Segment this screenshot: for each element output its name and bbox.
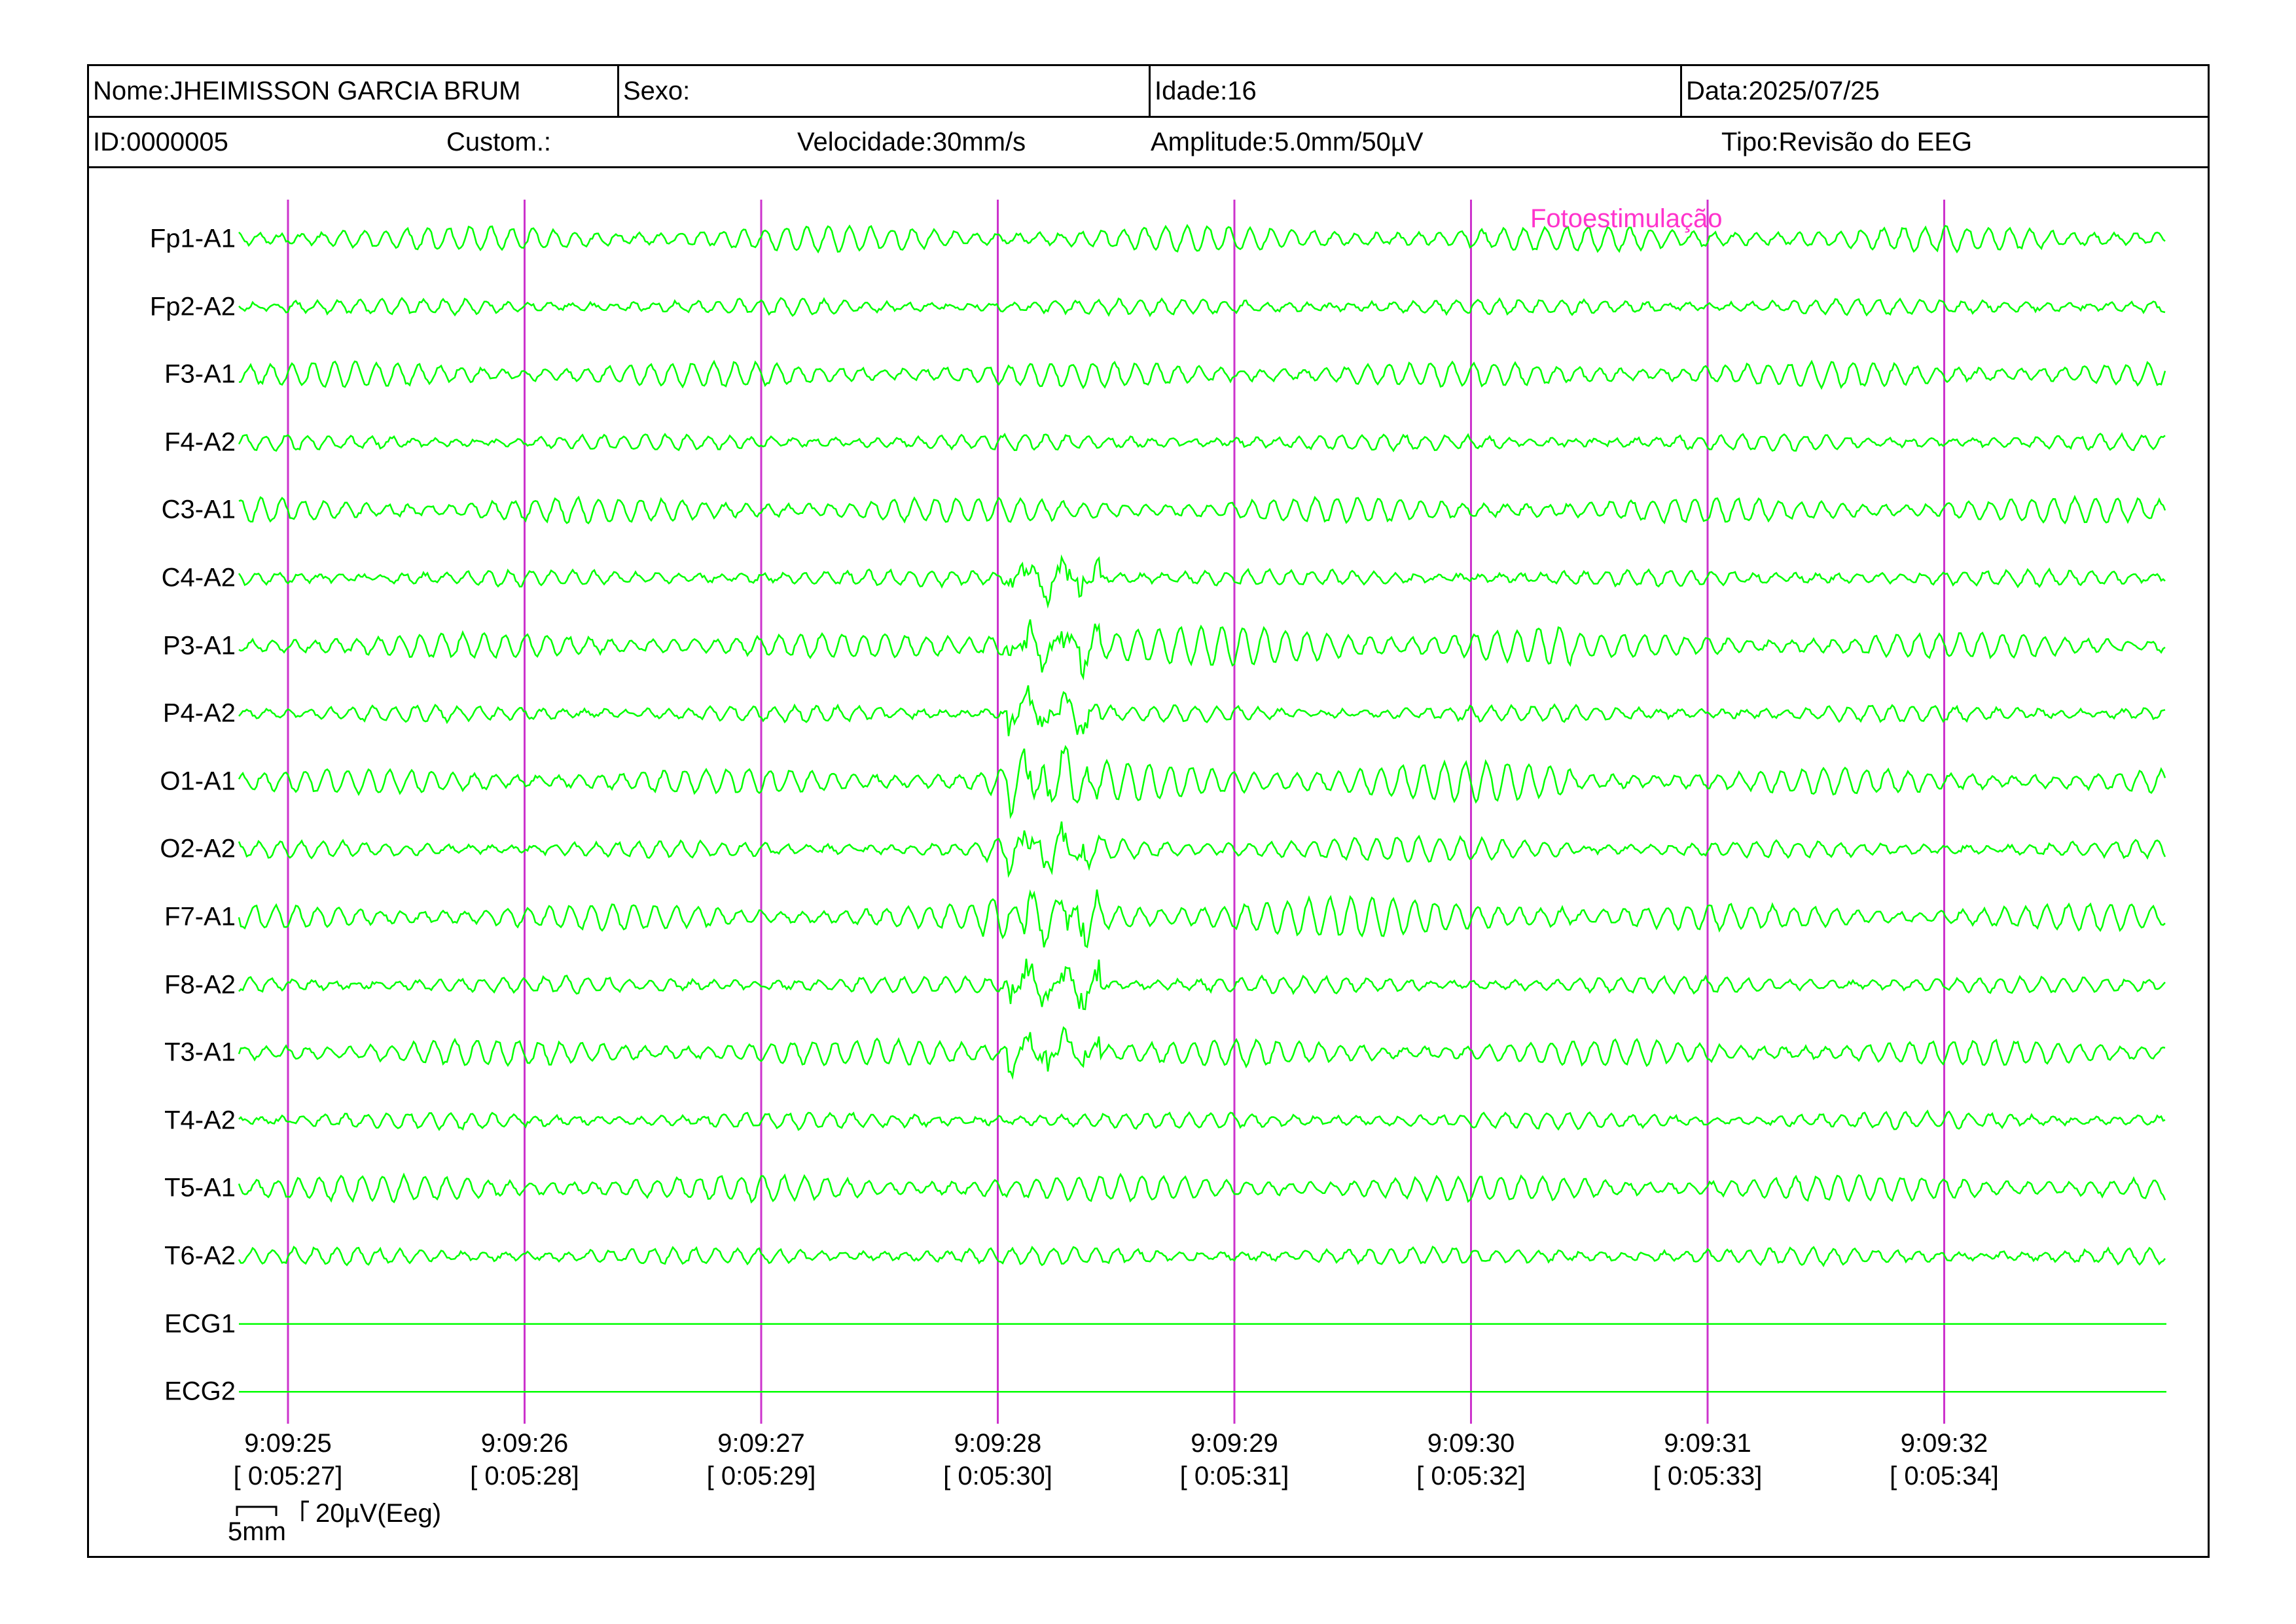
time-tick-elapsed: [ 0:05:31] bbox=[1179, 1462, 1289, 1490]
channel-label: Fp2-A2 bbox=[149, 292, 236, 321]
channel-label: T5-A1 bbox=[164, 1173, 236, 1202]
channel-label: C3-A1 bbox=[161, 495, 236, 524]
channel-trace bbox=[238, 223, 2166, 254]
channel-trace bbox=[238, 431, 2166, 453]
channel-label: T4-A2 bbox=[164, 1106, 236, 1135]
channel-label: T3-A1 bbox=[164, 1038, 236, 1067]
time-tick-clock: 9:09:30 bbox=[1427, 1429, 1515, 1458]
channel-label: P4-A2 bbox=[162, 698, 236, 728]
time-tick-clock: 9:09:26 bbox=[480, 1429, 569, 1458]
channel-trace bbox=[238, 1245, 2166, 1267]
time-tick-label: 9:09:27 [ 0:05:29] bbox=[676, 1427, 846, 1492]
channel-label: F3-A1 bbox=[164, 359, 236, 389]
time-tick-clock: 9:09:31 bbox=[1664, 1429, 1751, 1458]
time-tick-label: 9:09:31 [ 0:05:33] bbox=[1623, 1427, 1793, 1492]
channel-label: T6-A2 bbox=[164, 1241, 236, 1271]
channel-trace bbox=[238, 359, 2166, 390]
time-tick-clock: 9:09:29 bbox=[1191, 1429, 1278, 1458]
time-tick-clock: 9:09:27 bbox=[717, 1429, 805, 1458]
time-tick-label: 9:09:25 [ 0:05:27] bbox=[203, 1427, 373, 1492]
time-tick-elapsed: [ 0:05:33] bbox=[1653, 1462, 1763, 1490]
channel-label: ECG2 bbox=[164, 1377, 236, 1406]
channel-trace bbox=[238, 297, 2166, 317]
time-tick-elapsed: [ 0:05:34] bbox=[1890, 1462, 1999, 1490]
channel-label: ECG1 bbox=[164, 1309, 236, 1339]
time-scale-label: 5mm bbox=[228, 1517, 286, 1546]
channel-trace bbox=[238, 554, 2166, 609]
channel-label: F8-A2 bbox=[164, 970, 236, 1000]
amp-scale-label: 20µV(Eeg) bbox=[315, 1499, 442, 1528]
time-scale-bar bbox=[236, 1506, 278, 1516]
channel-trace bbox=[238, 685, 2166, 736]
time-tick-label: 9:09:32 [ 0:05:34] bbox=[1859, 1427, 2030, 1492]
channel-trace bbox=[238, 619, 2166, 681]
channel-trace bbox=[238, 1026, 2166, 1080]
channel-label: F7-A1 bbox=[164, 902, 236, 931]
time-tick-label: 9:09:26 [ 0:05:28] bbox=[440, 1427, 610, 1492]
channel-label: C4-A2 bbox=[161, 563, 236, 592]
time-tick-label: 9:09:30 [ 0:05:32] bbox=[1386, 1427, 1556, 1492]
time-tick-elapsed: [ 0:05:30] bbox=[943, 1462, 1052, 1490]
time-tick-label: 9:09:28 [ 0:05:30] bbox=[913, 1427, 1083, 1492]
time-tick-elapsed: [ 0:05:27] bbox=[233, 1462, 343, 1490]
channel-trace bbox=[238, 1109, 2166, 1131]
channel-label: P3-A1 bbox=[162, 631, 236, 660]
time-tick-elapsed: [ 0:05:29] bbox=[706, 1462, 816, 1490]
time-tick-clock: 9:09:32 bbox=[1900, 1429, 1988, 1458]
channel-trace bbox=[238, 821, 2166, 878]
time-tick-label: 9:09:29 [ 0:05:31] bbox=[1149, 1427, 1319, 1492]
time-tick-elapsed: [ 0:05:28] bbox=[470, 1462, 579, 1490]
time-tick-clock: 9:09:25 bbox=[244, 1429, 332, 1458]
channel-label: O1-A1 bbox=[160, 767, 236, 796]
channel-trace bbox=[238, 889, 2166, 948]
time-tick-clock: 9:09:28 bbox=[954, 1429, 1042, 1458]
eeg-trace-area bbox=[238, 200, 2166, 1424]
channel-label: O2-A2 bbox=[160, 834, 236, 863]
channel-trace bbox=[238, 494, 2166, 525]
channel-label: Fp1-A1 bbox=[149, 224, 236, 253]
channel-trace bbox=[238, 745, 2166, 820]
amp-scale-bar bbox=[301, 1500, 309, 1521]
channel-trace bbox=[238, 958, 2166, 1011]
time-tick-elapsed: [ 0:05:32] bbox=[1416, 1462, 1526, 1490]
photic-stimulation-marker: Fotoestimulação bbox=[1530, 204, 1723, 233]
channel-trace bbox=[238, 1172, 2166, 1204]
channel-label: F4-A2 bbox=[164, 427, 236, 457]
